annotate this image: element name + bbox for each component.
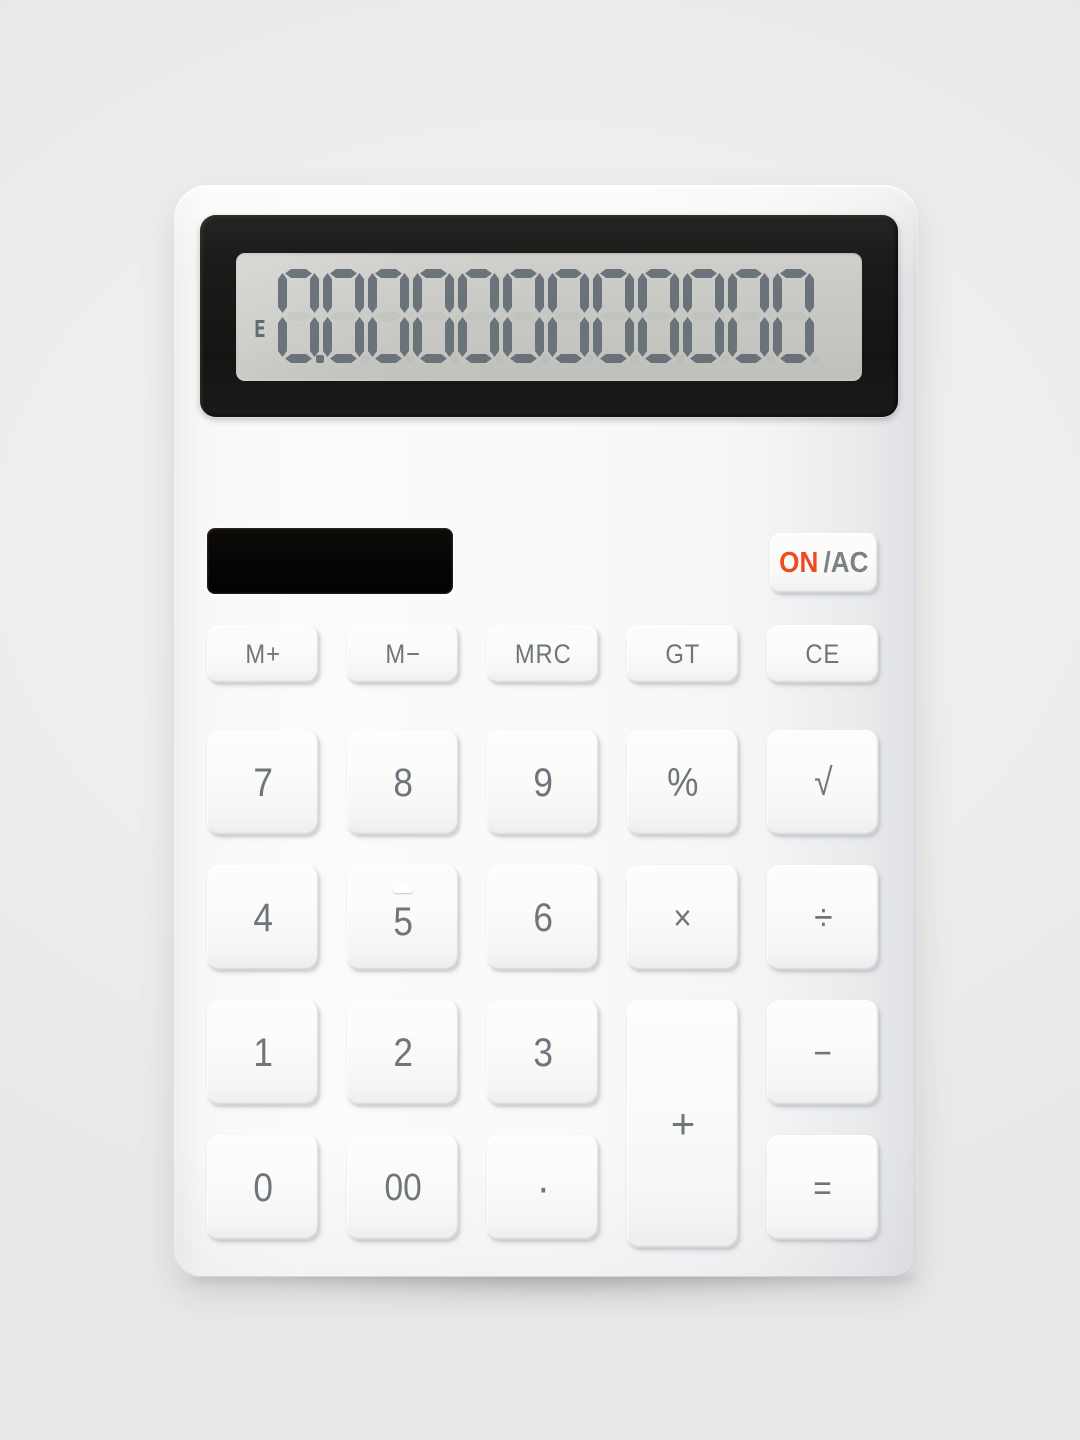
- ac-label: /AC: [823, 546, 869, 579]
- key-label: 6: [533, 895, 553, 940]
- add-button[interactable]: +: [627, 1000, 739, 1248]
- divide-icon: ÷: [813, 896, 833, 939]
- key-label: 0: [253, 1165, 273, 1210]
- equals-icon: =: [813, 1166, 833, 1208]
- grand-total-button[interactable]: GT: [627, 625, 739, 683]
- home-key-nub: [393, 887, 413, 893]
- digit-2-button[interactable]: 2: [347, 1000, 459, 1105]
- double-zero-button[interactable]: 00: [347, 1135, 459, 1240]
- divide-button[interactable]: ÷: [767, 865, 879, 970]
- digit-5-button[interactable]: 5: [347, 865, 459, 970]
- key-label: 5: [393, 899, 413, 944]
- square-root-icon: √: [813, 761, 833, 804]
- on-ac-button[interactable]: ON/AC: [770, 533, 878, 593]
- digit-6-button[interactable]: 6: [487, 865, 599, 970]
- keypad: ON/AC M+ M− MRC GT CE 7 8 9 % √ 4 5 6 × …: [174, 185, 918, 1277]
- equals-button[interactable]: =: [767, 1135, 879, 1240]
- digit-3-button[interactable]: 3: [487, 1000, 599, 1105]
- on-label: ON: [779, 546, 819, 579]
- key-label: CE: [805, 638, 841, 669]
- key-label: GT: [665, 638, 701, 669]
- decimal-point-icon: ·: [536, 1162, 550, 1212]
- memory-plus-button[interactable]: M+: [207, 625, 319, 683]
- minus-icon: −: [813, 1031, 833, 1073]
- digit-7-button[interactable]: 7: [207, 730, 319, 835]
- key-label: M+: [245, 638, 281, 669]
- key-label: 8: [393, 760, 413, 805]
- digit-0-button[interactable]: 0: [207, 1135, 319, 1240]
- key-label: 3: [533, 1030, 553, 1075]
- key-label: 7: [253, 760, 273, 805]
- digit-1-button[interactable]: 1: [207, 1000, 319, 1105]
- key-label: M−: [385, 638, 421, 669]
- subtract-button[interactable]: −: [767, 1000, 879, 1105]
- digit-4-button[interactable]: 4: [207, 865, 319, 970]
- memory-minus-button[interactable]: M−: [347, 625, 459, 683]
- square-root-button[interactable]: √: [767, 730, 879, 835]
- key-label: 2: [393, 1030, 413, 1075]
- key-label: 1: [253, 1030, 273, 1075]
- key-label: 00: [384, 1166, 422, 1209]
- key-label: 4: [253, 895, 273, 940]
- multiply-button[interactable]: ×: [627, 865, 739, 970]
- plus-icon: +: [670, 1100, 696, 1147]
- key-label: 9: [533, 760, 553, 805]
- digit-8-button[interactable]: 8: [347, 730, 459, 835]
- percent-button[interactable]: %: [627, 730, 739, 835]
- multiply-icon: ×: [673, 896, 693, 938]
- calculator-body: E ON/AC M+ M− MRC GT CE 7 8 9 % √ 4 5 6 …: [174, 185, 918, 1277]
- decimal-point-button[interactable]: ·: [487, 1135, 599, 1240]
- clear-entry-button[interactable]: CE: [767, 625, 879, 683]
- memory-recall-clear-button[interactable]: MRC: [487, 625, 599, 683]
- key-label: %: [667, 760, 699, 805]
- key-label: MRC: [514, 638, 572, 669]
- digit-9-button[interactable]: 9: [487, 730, 599, 835]
